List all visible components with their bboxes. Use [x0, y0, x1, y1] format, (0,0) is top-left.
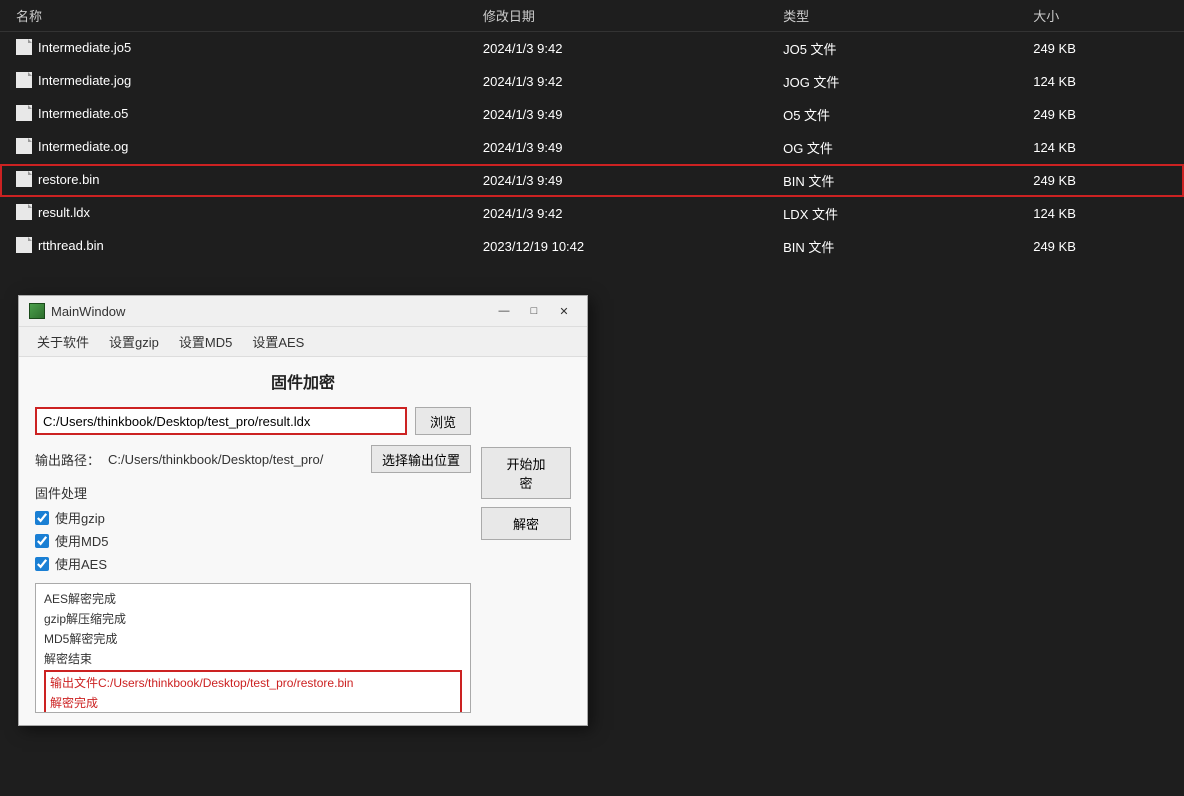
- window-body: 固件加密 浏览 输出路径： C:/Users/thinkbook/Desktop…: [19, 357, 587, 725]
- file-icon: [16, 105, 32, 121]
- firmware-section: 固件处理 使用gzip 使用MD5 使用AES: [35, 483, 471, 573]
- right-area: 开始加密 解密: [481, 407, 571, 713]
- col-header-name[interactable]: 名称: [0, 0, 467, 32]
- menu-md5[interactable]: 设置MD5: [169, 329, 242, 354]
- menu-aes[interactable]: 设置AES: [242, 329, 314, 354]
- file-table: 名称 修改日期 类型 大小 Intermediate.jo52024/1/3 9…: [0, 0, 1184, 263]
- file-icon: [16, 138, 32, 154]
- window-controls: — □ ✕: [491, 302, 577, 320]
- table-row[interactable]: restore.bin2024/1/3 9:49BIN 文件249 KB: [0, 164, 1184, 197]
- menu-gzip[interactable]: 设置gzip: [99, 329, 169, 354]
- log-line: MD5解密完成: [44, 630, 462, 648]
- file-path-input[interactable]: [35, 407, 407, 435]
- file-input-row: 浏览: [35, 407, 471, 435]
- dialog-heading: 固件加密: [35, 369, 571, 393]
- close-button[interactable]: ✕: [551, 302, 577, 320]
- log-line: 解密结束: [44, 650, 462, 668]
- window-title: MainWindow: [51, 304, 125, 319]
- file-icon: [16, 171, 32, 187]
- output-path-value: C:/Users/thinkbook/Desktop/test_pro/: [108, 452, 363, 467]
- log-line: gzip解压缩完成: [44, 610, 462, 628]
- decrypt-button[interactable]: 解密: [481, 507, 571, 540]
- checkbox-gzip-label: 使用gzip: [55, 508, 105, 527]
- checkbox-aes-row: 使用AES: [35, 554, 471, 573]
- checkbox-gzip[interactable]: [35, 511, 49, 525]
- start-encrypt-button[interactable]: 开始加密: [481, 447, 571, 499]
- form-area: 浏览 输出路径： C:/Users/thinkbook/Desktop/test…: [35, 407, 571, 713]
- file-icon: [16, 237, 32, 253]
- table-row[interactable]: rtthread.bin2023/12/19 10:42BIN 文件249 KB: [0, 230, 1184, 263]
- file-icon: [16, 72, 32, 88]
- table-row[interactable]: result.ldx2024/1/3 9:42LDX 文件124 KB: [0, 197, 1184, 230]
- log-line: 解密完成: [50, 694, 456, 712]
- browse-button[interactable]: 浏览: [415, 407, 471, 435]
- log-line: 输出文件C:/Users/thinkbook/Desktop/test_pro/…: [50, 674, 456, 692]
- menu-about[interactable]: 关于软件: [27, 329, 99, 354]
- col-header-type[interactable]: 类型: [767, 0, 1017, 32]
- window-menubar: 关于软件 设置gzip 设置MD5 设置AES: [19, 327, 587, 357]
- table-row[interactable]: Intermediate.jo52024/1/3 9:42JO5 文件249 K…: [0, 32, 1184, 66]
- log-highlight-box: 输出文件C:/Users/thinkbook/Desktop/test_pro/…: [44, 670, 462, 713]
- log-area: AES解密完成 gzip解压缩完成 MD5解密完成解密结束输出文件C:/Users/…: [35, 583, 471, 713]
- main-window: MainWindow — □ ✕ 关于软件 设置gzip 设置MD5 设置AES…: [18, 295, 588, 726]
- firmware-title: 固件处理: [35, 483, 471, 502]
- checkbox-md5[interactable]: [35, 534, 49, 548]
- table-row[interactable]: Intermediate.og2024/1/3 9:49OG 文件124 KB: [0, 131, 1184, 164]
- output-label: 输出路径：: [35, 450, 100, 469]
- minimize-button[interactable]: —: [491, 302, 517, 320]
- window-icon: [29, 303, 45, 319]
- checkbox-md5-label: 使用MD5: [55, 531, 108, 550]
- left-area: 浏览 输出路径： C:/Users/thinkbook/Desktop/test…: [35, 407, 471, 713]
- file-icon: [16, 204, 32, 220]
- col-header-size[interactable]: 大小: [1017, 0, 1184, 32]
- checkbox-aes[interactable]: [35, 557, 49, 571]
- table-row[interactable]: Intermediate.o52024/1/3 9:49O5 文件249 KB: [0, 98, 1184, 131]
- output-path-row: 输出路径： C:/Users/thinkbook/Desktop/test_pr…: [35, 445, 471, 473]
- select-output-button[interactable]: 选择输出位置: [371, 445, 471, 473]
- checkbox-aes-label: 使用AES: [55, 554, 107, 573]
- checkbox-md5-row: 使用MD5: [35, 531, 471, 550]
- window-titlebar: MainWindow — □ ✕: [19, 296, 587, 327]
- checkbox-gzip-row: 使用gzip: [35, 508, 471, 527]
- maximize-button[interactable]: □: [521, 302, 547, 320]
- file-icon: [16, 39, 32, 55]
- window-title-left: MainWindow: [29, 303, 125, 319]
- col-header-date[interactable]: 修改日期: [467, 0, 767, 32]
- log-line: AES解密完成: [44, 590, 462, 608]
- table-row[interactable]: Intermediate.jog2024/1/3 9:42JOG 文件124 K…: [0, 65, 1184, 98]
